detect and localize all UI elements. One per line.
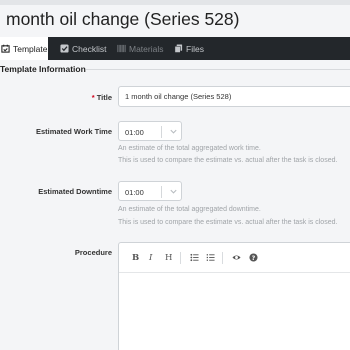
- chevron-down-icon[interactable]: [169, 127, 178, 136]
- bulleted-list-icon[interactable]: [190, 253, 199, 262]
- eye-icon[interactable]: [232, 253, 241, 262]
- tab-files[interactable]: Files: [174, 37, 204, 60]
- downtime-help-2: This is used to compare the estimate vs.…: [118, 219, 338, 226]
- heading-button[interactable]: H: [165, 253, 172, 263]
- section-divider: [86, 69, 350, 70]
- tab-materials[interactable]: Materials: [117, 37, 163, 60]
- downtime-select[interactable]: 01:00: [118, 181, 182, 201]
- bold-button[interactable]: B: [132, 253, 139, 263]
- files-icon: [174, 44, 183, 53]
- procedure-label: Procedure: [74, 248, 112, 257]
- downtime-help-1: An estimate of the total aggregated down…: [118, 206, 261, 213]
- checkbox-icon: [60, 44, 69, 53]
- page-title: month oil change (Series 528): [6, 9, 240, 29]
- work-time-help-1: An estimate of the total aggregated work…: [118, 145, 261, 152]
- work-time-label: Estimated Work Time: [36, 127, 112, 136]
- tab-template[interactable]: Template: [0, 37, 48, 60]
- downtime-value: 01:00: [125, 188, 144, 197]
- title-input[interactable]: 1 month oil change (Series 528): [118, 86, 350, 107]
- title-input-value: 1 month oil change (Series 528): [125, 92, 232, 101]
- italic-button[interactable]: I: [149, 253, 152, 263]
- svg-text:?: ?: [252, 255, 256, 262]
- section-title: Template Information: [0, 64, 86, 74]
- calendar-check-icon: [1, 44, 10, 53]
- title-label: * Title: [92, 93, 112, 102]
- tab-checklist-label: Checklist: [72, 43, 107, 54]
- tab-files-label: Files: [186, 43, 204, 54]
- select-separator: [161, 186, 162, 198]
- tab-materials-label: Materials: [129, 43, 164, 54]
- page-header: month oil change (Series 528): [0, 5, 350, 35]
- tab-bar: Template Checklist Materials Files: [0, 37, 350, 60]
- procedure-editor[interactable]: B I H ?: [118, 242, 350, 350]
- required-marker: *: [91, 93, 95, 102]
- toolbar-separator: [180, 252, 181, 264]
- editor-toolbar: B I H ?: [119, 243, 350, 273]
- tab-checklist[interactable]: Checklist: [60, 37, 106, 60]
- work-time-value: 01:00: [125, 128, 144, 137]
- downtime-label: Estimated Downtime: [38, 187, 112, 196]
- select-separator: [161, 126, 162, 138]
- tab-template-label: Template: [13, 43, 48, 54]
- toolbar-separator: [222, 252, 223, 264]
- work-time-select[interactable]: 01:00: [118, 121, 182, 141]
- numbered-list-icon[interactable]: [206, 253, 215, 262]
- work-time-help-2: This is used to compare the estimate vs.…: [118, 157, 338, 164]
- barcode-icon: [117, 44, 126, 53]
- question-circle-icon[interactable]: ?: [249, 253, 258, 262]
- chevron-down-icon[interactable]: [169, 187, 178, 196]
- title-label-text: Title: [96, 93, 112, 102]
